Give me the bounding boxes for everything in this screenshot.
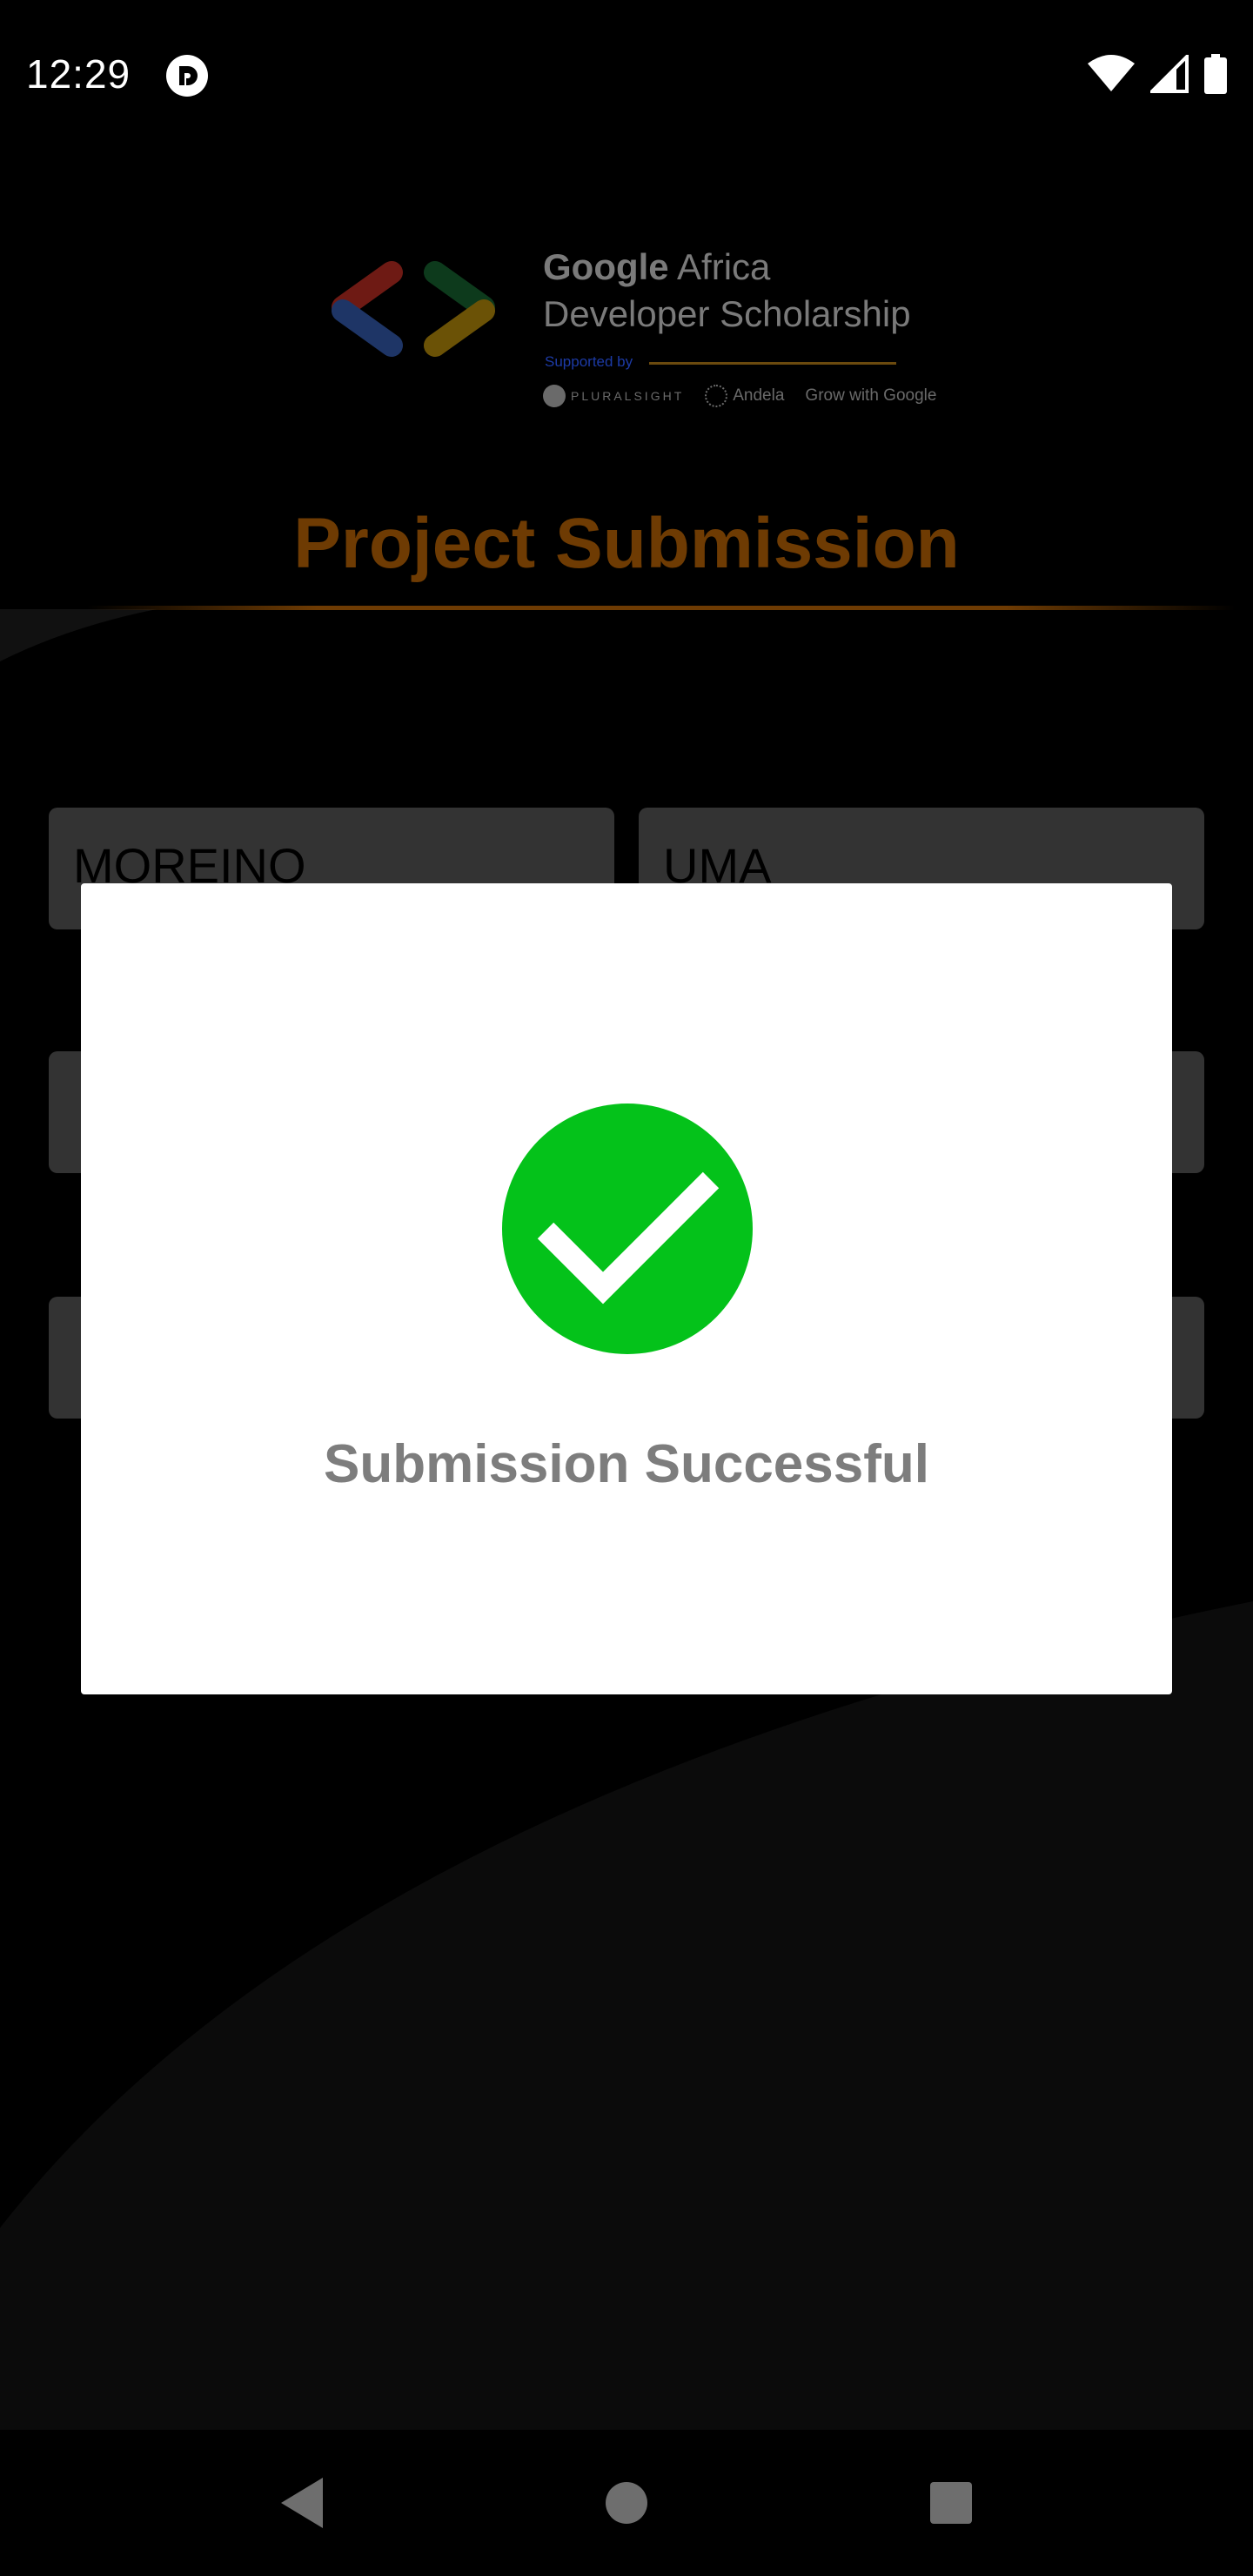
recents-icon [930,2482,973,2524]
home-button[interactable] [579,2455,674,2551]
navigation-bar [0,2430,1253,2576]
check-circle-icon [502,1104,753,1354]
success-dialog: Submission Successful [81,883,1172,1694]
recents-button[interactable] [903,2455,999,2551]
back-icon [280,2478,323,2528]
home-icon [605,2482,647,2524]
dialog-message: Submission Successful [324,1434,929,1494]
back-button[interactable] [254,2455,350,2551]
